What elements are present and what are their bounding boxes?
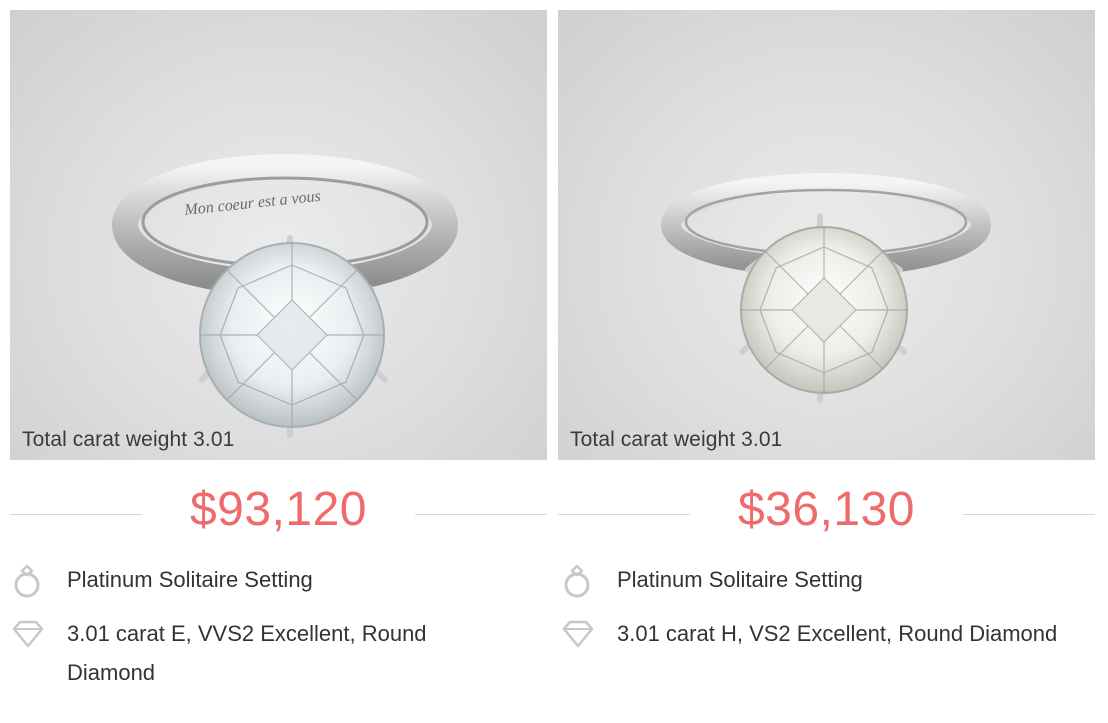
price-row: $93,120 — [10, 460, 547, 570]
ring-image — [661, 173, 991, 403]
total-carat-weight: Total carat weight 3.01 — [22, 428, 235, 451]
setting-label: Platinum Solitaire Setting — [67, 567, 313, 592]
diamond-label: 3.01 carat H, VS2 Excellent, Round Diamo… — [617, 621, 1058, 646]
divider — [415, 514, 547, 515]
price: $36,130 — [737, 483, 915, 536]
ring-icon — [564, 564, 590, 598]
price: $93,120 — [189, 483, 367, 536]
ring-photo[interactable]: Mon coeur est a vous Total carat weight … — [10, 10, 547, 460]
diamond-icon — [12, 620, 44, 648]
total-carat-weight: Total carat weight 3.01 — [570, 428, 783, 451]
ring-photo[interactable]: Total carat weight 3.01 — [558, 10, 1095, 460]
ring-image: Mon coeur est a vous — [112, 154, 458, 438]
diamond-label: 3.01 carat E, VVS2 Excellent, Round Diam… — [67, 621, 427, 685]
setting-label: Platinum Solitaire Setting — [617, 567, 863, 592]
ring-icon — [14, 564, 40, 598]
product-card-2[interactable]: Total carat weight 3.01 $36,130 — [558, 10, 1095, 570]
product-card-1[interactable]: Mon coeur est a vous Total carat weight … — [10, 10, 547, 570]
price-row: $36,130 — [558, 460, 1095, 570]
divider — [963, 514, 1095, 515]
engraving-text: Mon coeur est a vous — [183, 188, 322, 219]
diamond-icon — [562, 620, 594, 648]
